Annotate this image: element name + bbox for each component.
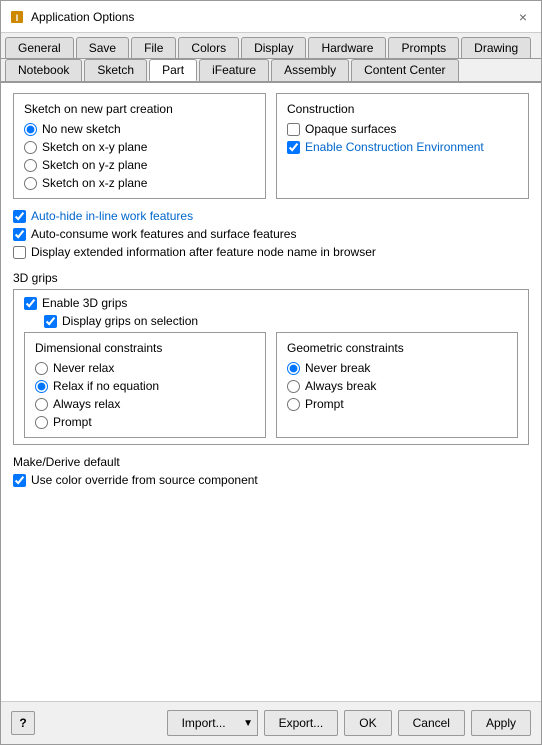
- radio-always-relax[interactable]: Always relax: [35, 397, 255, 411]
- sketch-section: Sketch on new part creation No new sketc…: [13, 93, 266, 199]
- close-button[interactable]: ×: [513, 7, 533, 27]
- check-color-override[interactable]: Use color override from source component: [13, 473, 529, 487]
- tab-ifeature[interactable]: iFeature: [199, 59, 269, 81]
- radio-relax-no-eq[interactable]: Relax if no equation: [35, 379, 255, 393]
- export-button[interactable]: Export...: [264, 710, 339, 736]
- grips-title: 3D grips: [13, 271, 529, 285]
- radio-dimensional-prompt[interactable]: Prompt: [35, 415, 255, 429]
- bottom-bar: ? Import... ▼ Export... OK Cancel Apply: [1, 701, 541, 744]
- grips-subgroup: Enable 3D grips Display grips on selecti…: [13, 289, 529, 445]
- tab-file[interactable]: File: [131, 37, 176, 58]
- radio-never-break[interactable]: Never break: [287, 361, 507, 375]
- import-button[interactable]: Import...: [167, 710, 240, 736]
- check-enable-3d-grips[interactable]: Enable 3D grips: [24, 296, 518, 310]
- radio-never-relax[interactable]: Never relax: [35, 361, 255, 375]
- constraints-row: Dimensional constraints Never relax Rela…: [24, 332, 518, 438]
- tab-assembly[interactable]: Assembly: [271, 59, 349, 81]
- ok-button[interactable]: OK: [344, 710, 391, 736]
- tab-hardware[interactable]: Hardware: [308, 37, 386, 58]
- tab-drawing[interactable]: Drawing: [461, 37, 531, 58]
- tab-display[interactable]: Display: [241, 37, 306, 58]
- import-dropdown-arrow[interactable]: ▼: [240, 710, 258, 736]
- radio-always-break[interactable]: Always break: [287, 379, 507, 393]
- tab-sketch[interactable]: Sketch: [84, 59, 147, 81]
- tab-colors[interactable]: Colors: [178, 37, 239, 58]
- radio-geometric-prompt[interactable]: Prompt: [287, 397, 507, 411]
- main-content: Sketch on new part creation No new sketc…: [1, 83, 541, 701]
- geometric-constraints: Geometric constraints Never break Always…: [276, 332, 518, 438]
- sketch-section-title: Sketch on new part creation: [24, 102, 255, 116]
- check-auto-consume[interactable]: Auto-consume work features and surface f…: [13, 227, 529, 241]
- tab-general[interactable]: General: [5, 37, 74, 58]
- svg-text:I: I: [16, 13, 19, 23]
- grips-section: 3D grips Enable 3D grips Display grips o…: [13, 271, 529, 445]
- dimensional-radio-group: Never relax Relax if no equation Always …: [35, 361, 255, 429]
- dimensional-constraints-title: Dimensional constraints: [35, 341, 255, 355]
- geometric-constraints-title: Geometric constraints: [287, 341, 507, 355]
- tabs-row-1: General Save File Colors Display Hardwar…: [1, 33, 541, 59]
- geometric-radio-group: Never break Always break Prompt: [287, 361, 507, 411]
- title-bar: I Application Options ×: [1, 1, 541, 33]
- tab-save[interactable]: Save: [76, 37, 129, 58]
- make-derive-title: Make/Derive default: [13, 455, 529, 469]
- radio-sketch-xz[interactable]: Sketch on x-z plane: [24, 176, 255, 190]
- tabs-row-2: Notebook Sketch Part iFeature Assembly C…: [1, 59, 541, 83]
- dimensional-constraints: Dimensional constraints Never relax Rela…: [24, 332, 266, 438]
- check-opaque-surfaces[interactable]: Opaque surfaces: [287, 122, 518, 136]
- radio-sketch-yz[interactable]: Sketch on y-z plane: [24, 158, 255, 172]
- radio-sketch-xy[interactable]: Sketch on x-y plane: [24, 140, 255, 154]
- tab-notebook[interactable]: Notebook: [5, 59, 82, 81]
- sketch-radio-group: No new sketch Sketch on x-y plane Sketch…: [24, 122, 255, 190]
- construction-section: Construction Opaque surfaces Enable Cons…: [276, 93, 529, 199]
- tab-prompts[interactable]: Prompts: [388, 37, 459, 58]
- check-auto-hide[interactable]: Auto-hide in-line work features: [13, 209, 529, 223]
- application-window: I Application Options × General Save Fil…: [0, 0, 542, 745]
- radio-no-new-sketch[interactable]: No new sketch: [24, 122, 255, 136]
- make-derive-section: Make/Derive default Use color override f…: [13, 455, 529, 487]
- check-enable-construction[interactable]: Enable Construction Environment: [287, 140, 518, 154]
- help-button[interactable]: ?: [11, 711, 35, 735]
- tab-part[interactable]: Part: [149, 59, 197, 81]
- check-display-grips[interactable]: Display grips on selection: [44, 314, 518, 328]
- construction-check-group: Opaque surfaces Enable Construction Envi…: [287, 122, 518, 154]
- apply-button[interactable]: Apply: [471, 710, 531, 736]
- tab-content-center[interactable]: Content Center: [351, 59, 458, 81]
- grips-indent: Display grips on selection: [24, 314, 518, 328]
- import-button-group: Import... ▼: [167, 710, 258, 736]
- window-title: Application Options: [31, 10, 513, 24]
- construction-section-title: Construction: [287, 102, 518, 116]
- app-icon: I: [9, 9, 25, 25]
- cancel-button[interactable]: Cancel: [398, 710, 465, 736]
- check-display-extended[interactable]: Display extended information after featu…: [13, 245, 529, 259]
- top-sections-row: Sketch on new part creation No new sketc…: [13, 93, 529, 199]
